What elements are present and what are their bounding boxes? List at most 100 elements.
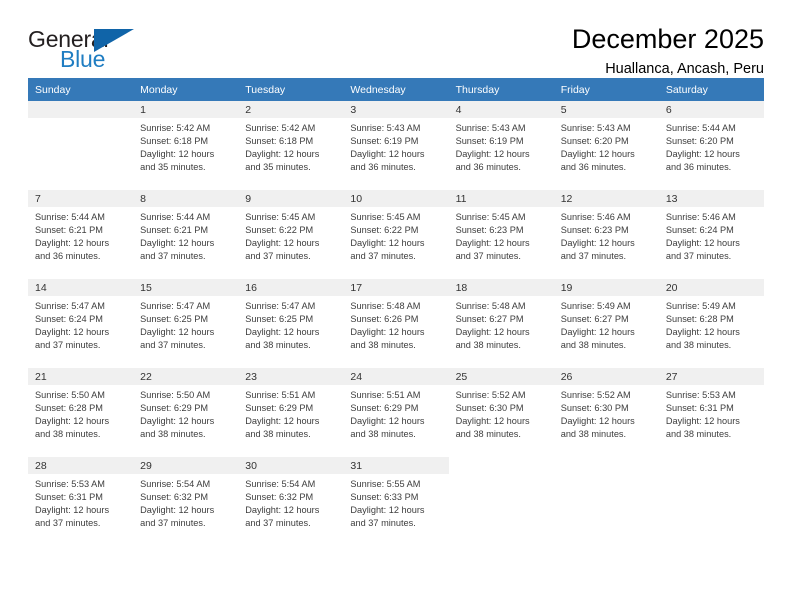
calendar-day-cell[interactable]: 6 Sunrise: 5:44 AM Sunset: 6:20 PM Daylight… [658,101,764,190]
calendar-day-cell[interactable]: 18 Sunrise: 5:48 AM Sunset: 6:27 PM Dayligh… [448,278,554,368]
calendar-day-cell[interactable]: 13 Sunrise: 5:46 AM Sunset: 6:24 PM Dayligh… [658,189,764,279]
day-sun-info: Sunrise: 5:51 AM Sunset: 6:29 PM Daylight:… [343,385,448,441]
calendar-day-cell[interactable]: 23 Sunrise: 5:51 AM Sunset: 6:29 PM Dayligh… [238,367,344,457]
day-sun-info: Sunrise: 5:49 AM Sunset: 6:28 PM Daylight:… [659,296,764,352]
calendar-day-cell[interactable]: 16 Sunrise: 5:47 AM Sunset: 6:25 PM Dayligh… [238,278,344,368]
day-info-sunrise: Sunrise: 5:53 AM [665,390,736,400]
day-info-sunrise: Sunrise: 5:48 AM [455,301,526,311]
calendar-day-cell[interactable]: 28 Sunrise: 5:53 AM Sunset: 6:31 PM Dayligh… [28,456,134,546]
day-sun-info: Sunrise: 5:48 AM Sunset: 6:26 PM Daylight:… [343,296,448,352]
calendar-day-cell[interactable]: 21 Sunrise: 5:50 AM Sunset: 6:28 PM Dayligh… [28,367,134,457]
weekday-header-row: Sunday Monday Tuesday Wednesday Thursday… [28,78,764,101]
day-info-sunrise: Sunrise: 5:44 AM [140,212,211,222]
calendar-day-cell[interactable]: 30 Sunrise: 5:54 AM Sunset: 6:32 PM Dayligh… [238,456,344,546]
day-info-daylight1: Daylight: 12 hours [140,327,215,338]
day-number: 14 [28,279,134,296]
day-number: 1 [133,101,239,118]
calendar-day-cell[interactable] [28,101,134,190]
calendar-day-cell[interactable] [553,456,659,546]
day-number: 21 [28,368,134,385]
day-cell-inner: 6 Sunrise: 5:44 AM Sunset: 6:20 PM Daylight… [658,101,764,189]
day-cell-inner: 20 Sunrise: 5:49 AM Sunset: 6:28 PM Dayligh… [658,279,764,367]
day-cell-inner: 11 Sunrise: 5:45 AM Sunset: 6:23 PM Dayligh… [448,190,554,278]
calendar-day-cell[interactable]: 29 Sunrise: 5:54 AM Sunset: 6:32 PM Dayligh… [133,456,239,546]
calendar-day-cell[interactable]: 1 Sunrise: 5:42 AM Sunset: 6:18 PM Daylight… [133,101,239,190]
day-sun-info: Sunrise: 5:47 AM Sunset: 6:25 PM Daylight:… [238,296,343,352]
day-info-daylight2: and 35 minutes. [245,162,311,173]
day-info-sunset: Sunset: 6:29 PM [350,403,419,414]
day-number: 3 [343,101,449,118]
day-info-sunrise: Sunrise: 5:47 AM [140,301,211,311]
day-sun-info: Sunrise: 5:53 AM Sunset: 6:31 PM Daylight:… [659,385,764,441]
day-info-sunrise: Sunrise: 5:46 AM [560,212,631,222]
calendar-day-cell[interactable]: 26 Sunrise: 5:52 AM Sunset: 6:30 PM Dayligh… [553,367,659,457]
day-info-sunset: Sunset: 6:22 PM [245,225,314,236]
day-info-daylight2: and 37 minutes. [560,251,627,262]
day-cell-inner: 23 Sunrise: 5:51 AM Sunset: 6:29 PM Dayligh… [238,368,344,456]
day-info-sunset: Sunset: 6:28 PM [665,314,734,325]
calendar-day-cell[interactable]: 10 Sunrise: 5:45 AM Sunset: 6:22 PM Dayligh… [343,189,449,279]
day-info-daylight1: Daylight: 12 hours [245,149,320,160]
calendar-week-row: 28 Sunrise: 5:53 AM Sunset: 6:31 PM Dayligh… [28,456,764,546]
calendar-day-cell[interactable]: 19 Sunrise: 5:49 AM Sunset: 6:27 PM Dayligh… [553,278,659,368]
calendar-day-cell[interactable]: 8 Sunrise: 5:44 AM Sunset: 6:21 PM Daylight… [133,189,239,279]
calendar-day-cell[interactable]: 25 Sunrise: 5:52 AM Sunset: 6:30 PM Dayligh… [448,367,554,457]
day-info-sunrise: Sunrise: 5:50 AM [140,390,211,400]
day-info-sunset: Sunset: 6:23 PM [560,225,629,236]
day-info-daylight1: Daylight: 12 hours [35,416,110,427]
calendar-day-cell[interactable]: 27 Sunrise: 5:53 AM Sunset: 6:31 PM Dayligh… [658,367,764,457]
calendar-day-cell[interactable]: 12 Sunrise: 5:46 AM Sunset: 6:23 PM Dayligh… [553,189,659,279]
day-sun-info: Sunrise: 5:44 AM Sunset: 6:21 PM Daylight:… [28,207,133,263]
calendar-day-cell[interactable]: 2 Sunrise: 5:42 AM Sunset: 6:18 PM Daylight… [238,101,344,190]
calendar-week-row: 7 Sunrise: 5:44 AM Sunset: 6:21 PM Daylight… [28,189,764,279]
day-cell-inner: 3 Sunrise: 5:43 AM Sunset: 6:19 PM Daylight… [343,101,449,189]
calendar-day-cell[interactable]: 11 Sunrise: 5:45 AM Sunset: 6:23 PM Dayligh… [448,189,554,279]
day-info-daylight1: Daylight: 12 hours [350,149,425,160]
day-number: 8 [133,190,239,207]
day-info-sunrise: Sunrise: 5:51 AM [350,390,421,400]
day-cell-inner: 22 Sunrise: 5:50 AM Sunset: 6:29 PM Dayligh… [133,368,239,456]
day-info-daylight1: Daylight: 12 hours [350,238,425,249]
day-sun-info: Sunrise: 5:43 AM Sunset: 6:19 PM Daylight:… [449,118,554,174]
calendar-day-cell[interactable]: 22 Sunrise: 5:50 AM Sunset: 6:29 PM Dayligh… [133,367,239,457]
day-cell-inner [28,101,134,189]
day-number: 20 [658,279,764,296]
day-info-daylight1: Daylight: 12 hours [665,416,740,427]
calendar-day-cell[interactable]: 4 Sunrise: 5:43 AM Sunset: 6:19 PM Daylight… [448,101,554,190]
day-info-sunset: Sunset: 6:29 PM [140,403,209,414]
calendar-day-cell[interactable]: 15 Sunrise: 5:47 AM Sunset: 6:25 PM Dayligh… [133,278,239,368]
calendar-day-cell[interactable]: 3 Sunrise: 5:43 AM Sunset: 6:19 PM Daylight… [343,101,449,190]
day-cell-inner: 1 Sunrise: 5:42 AM Sunset: 6:18 PM Daylight… [133,101,239,189]
day-cell-inner: 17 Sunrise: 5:48 AM Sunset: 6:26 PM Dayligh… [343,279,449,367]
day-number [28,101,134,118]
day-cell-inner: 28 Sunrise: 5:53 AM Sunset: 6:31 PM Dayligh… [28,457,134,545]
calendar-day-cell[interactable]: 7 Sunrise: 5:44 AM Sunset: 6:21 PM Daylight… [28,189,134,279]
day-info-sunrise: Sunrise: 5:54 AM [140,479,211,489]
calendar-day-cell[interactable]: 31 Sunrise: 5:55 AM Sunset: 6:33 PM Dayligh… [343,456,449,546]
day-info-sunset: Sunset: 6:33 PM [350,492,419,503]
day-sun-info: Sunrise: 5:54 AM Sunset: 6:32 PM Daylight:… [238,474,343,530]
day-number: 7 [28,190,134,207]
day-cell-inner: 2 Sunrise: 5:42 AM Sunset: 6:18 PM Daylight… [238,101,344,189]
calendar-day-cell[interactable]: 17 Sunrise: 5:48 AM Sunset: 6:26 PM Dayligh… [343,278,449,368]
day-number: 28 [28,457,134,474]
calendar-day-cell[interactable]: 20 Sunrise: 5:49 AM Sunset: 6:28 PM Dayligh… [658,278,764,368]
calendar-week-row: 1 Sunrise: 5:42 AM Sunset: 6:18 PM Daylight… [28,101,764,190]
day-info-sunset: Sunset: 6:21 PM [140,225,209,236]
day-info-daylight2: and 37 minutes. [350,518,416,529]
calendar-head: Sunday Monday Tuesday Wednesday Thursday… [28,78,764,101]
calendar-day-cell[interactable]: 9 Sunrise: 5:45 AM Sunset: 6:22 PM Daylight… [238,189,344,279]
day-sun-info: Sunrise: 5:54 AM Sunset: 6:32 PM Daylight:… [133,474,238,530]
calendar-day-cell[interactable]: 5 Sunrise: 5:43 AM Sunset: 6:20 PM Daylight… [553,101,659,190]
day-sun-info: Sunrise: 5:47 AM Sunset: 6:24 PM Daylight:… [28,296,133,352]
day-sun-info: Sunrise: 5:49 AM Sunset: 6:27 PM Daylight:… [554,296,659,352]
calendar-day-cell[interactable] [658,456,764,546]
calendar-day-cell[interactable]: 14 Sunrise: 5:47 AM Sunset: 6:24 PM Dayligh… [28,278,134,368]
day-cell-inner: 25 Sunrise: 5:52 AM Sunset: 6:30 PM Dayligh… [448,368,554,456]
day-number: 15 [133,279,239,296]
brand-logo[interactable]: General Blue [28,24,158,72]
day-sun-info: Sunrise: 5:43 AM Sunset: 6:20 PM Daylight:… [554,118,659,174]
calendar-day-cell[interactable] [448,456,554,546]
day-info-sunset: Sunset: 6:30 PM [455,403,524,414]
calendar-day-cell[interactable]: 24 Sunrise: 5:51 AM Sunset: 6:29 PM Dayligh… [343,367,449,457]
